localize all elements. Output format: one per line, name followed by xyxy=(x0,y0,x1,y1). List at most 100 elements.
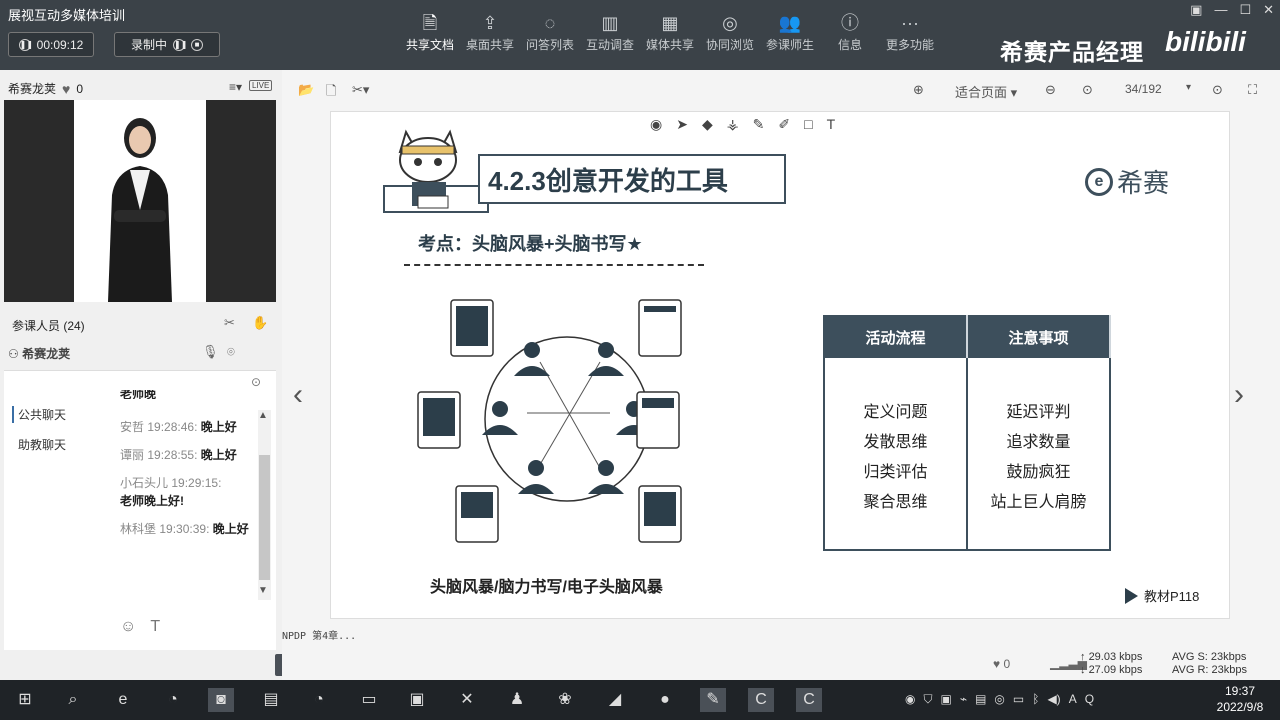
ball-icon[interactable]: ● xyxy=(652,688,678,712)
pen-icon[interactable]: ✎ xyxy=(753,116,765,133)
tool-co-browse[interactable]: ◎ 协同浏览 xyxy=(700,10,760,53)
chat-scrollbar[interactable] xyxy=(258,410,271,600)
active-app-icon[interactable]: ✎ xyxy=(700,688,726,712)
gpu-icon[interactable]: ◢ xyxy=(602,688,628,712)
zoom-in-icon[interactable]: ⊕ xyxy=(913,82,924,98)
scroll-down-icon[interactable]: ▼ xyxy=(258,585,268,596)
tool-survey[interactable]: ▥ 互动调查 xyxy=(580,10,640,53)
chat-messages: 安哲 19:28:46: 晚上好 谭丽 19:28:55: 晚上好 小石头儿 1… xyxy=(120,418,258,548)
likes-counter[interactable]: ♥ 0 xyxy=(993,657,1010,671)
windows-start-icon[interactable]: ⊞ xyxy=(12,688,38,712)
tray-app2-icon[interactable]: ▤ xyxy=(975,692,986,707)
tool-qa-list[interactable]: ◌ 问答列表 xyxy=(520,10,580,53)
ime-icon[interactable]: Q xyxy=(1085,692,1094,707)
stop-record-icon[interactable]: ■ xyxy=(191,38,203,51)
bilibili-logo: bilibili xyxy=(1165,26,1246,57)
scroll-up-icon[interactable]: ▲ xyxy=(258,410,268,421)
next-page-icon[interactable]: ⊙ xyxy=(1212,82,1223,98)
tool-participants[interactable]: 👥 参课师生 xyxy=(760,10,820,53)
text-format-icon[interactable]: T xyxy=(150,618,160,636)
tool-x-icon[interactable]: ✕ xyxy=(454,688,480,712)
camera-icon[interactable]: ⌾ xyxy=(227,344,235,360)
mute-all-icon[interactable]: ✂ xyxy=(224,315,235,331)
fullscreen-icon[interactable]: ⛶ xyxy=(1248,82,1257,98)
emoji-icon[interactable]: ☺ xyxy=(120,618,136,636)
app-square-icon[interactable]: ▣ xyxy=(404,688,430,712)
chat-more-icon[interactable]: ⊙ xyxy=(251,375,261,389)
host-name: 希赛龙荚 xyxy=(8,82,57,96)
document-icon: 🗎 xyxy=(422,13,438,33)
flower-icon[interactable]: ❀ xyxy=(552,688,578,712)
heart-icon: ♥ xyxy=(993,657,1001,671)
tool-media-share[interactable]: ▦ 媒体共享 xyxy=(640,10,700,53)
tray-app-icon[interactable]: ▣ xyxy=(941,692,952,707)
volume-icon[interactable]: ◀) xyxy=(1047,692,1060,707)
tab-public-chat[interactable]: 公共聊天 xyxy=(12,406,66,423)
zoom-select[interactable]: 适合页面 ▾ xyxy=(955,82,1017,101)
tab-assistant-chat[interactable]: 助教聊天 xyxy=(18,436,66,453)
record-dot-icon[interactable]: ◉ xyxy=(650,116,662,133)
table-header-process: 活动流程 xyxy=(824,316,968,358)
textbook-reference: 教材P118 xyxy=(1125,586,1199,605)
scissors-icon[interactable]: ✂▾ xyxy=(352,82,369,98)
live-badge: LIVE xyxy=(249,80,273,91)
chat-message: 谭丽 19:28:55: 晚上好 xyxy=(120,448,237,462)
highlighter-icon[interactable]: ✐ xyxy=(778,116,790,133)
pause-record-icon[interactable]: ❚❚ xyxy=(173,38,187,51)
folder-icon[interactable]: ▭ xyxy=(356,688,382,712)
participant-host[interactable]: ⚇ 希赛龙荚 xyxy=(8,345,70,362)
page-dropdown-icon[interactable]: ▾ xyxy=(1186,82,1191,93)
rectangle-icon[interactable]: □ xyxy=(804,116,812,133)
clear-icon[interactable]: ⚶ xyxy=(727,116,739,133)
file-icon[interactable]: 🗋 xyxy=(326,82,336,104)
mic-icon[interactable]: 🎙 xyxy=(202,344,219,360)
chat-message: 小石头儿 19:29:15: 老师晚上好! xyxy=(120,476,222,508)
c-app-icon[interactable]: C xyxy=(748,688,774,712)
close-icon[interactable]: ✕ xyxy=(1263,2,1274,18)
pointer-icon[interactable]: ➤ xyxy=(676,116,688,133)
shirt-icon[interactable]: ♟ xyxy=(504,688,530,712)
film-icon: ▦ xyxy=(661,13,679,33)
next-slide-arrow[interactable]: › xyxy=(1234,378,1244,412)
app-circle-icon[interactable]: ◔ xyxy=(306,688,332,712)
bluetooth-icon[interactable]: ᛒ xyxy=(1032,692,1039,707)
text-tool-icon[interactable]: T xyxy=(827,116,836,133)
c-app2-icon[interactable]: C xyxy=(796,688,822,712)
tray-icon[interactable]: ◉ xyxy=(905,692,915,707)
list-icon[interactable]: ≡▾ xyxy=(229,80,242,94)
window-controls: ▣ — ☐ ✕ xyxy=(1190,2,1274,18)
tool-info[interactable]: ⓘ 信息 xyxy=(820,10,880,53)
tool-more[interactable]: ··· 更多功能 xyxy=(880,10,940,53)
system-tray: ◉ ⛉ ▣ ⌁ ▤ ◎ ▭ ᛒ ◀) A Q xyxy=(905,692,1094,707)
search-icon[interactable]: ⌕ xyxy=(60,688,86,712)
eraser-icon[interactable]: ◆ xyxy=(702,116,713,133)
browser-icon[interactable]: ◔ xyxy=(160,688,186,712)
main-toolbar: 🗎 共享文档 ⇪ 桌面共享 ◌ 问答列表 ▥ 互动调查 ▦ 媒体共享 ◎ 协同浏览 👥 参课师… xyxy=(400,10,940,53)
shield-icon[interactable]: ⛉ xyxy=(923,692,932,707)
notes-icon[interactable]: ▤ xyxy=(258,688,284,712)
tray-app3-icon[interactable]: ◎ xyxy=(994,692,1004,707)
input-method-icon[interactable]: A xyxy=(1069,692,1077,707)
heart-icon[interactable]: ♥ xyxy=(62,81,70,97)
prev-slide-arrow[interactable]: ‹ xyxy=(293,378,303,412)
network-icon[interactable]: ⌁ xyxy=(960,692,967,707)
edge-icon[interactable]: e xyxy=(110,688,136,712)
table-col-process: 定义问题 发散思维 归类评估 聚合思维 xyxy=(824,358,968,550)
recording-button[interactable]: 录制中 ❚❚ ■ xyxy=(114,32,220,57)
hand-icon[interactable]: ✋ xyxy=(252,315,268,331)
tool-share-doc[interactable]: 🗎 共享文档 xyxy=(400,10,460,53)
timer-button[interactable]: ❚❚ 00:09:12 xyxy=(8,32,94,57)
restore-icon[interactable]: ▣ xyxy=(1190,2,1202,18)
open-folder-icon[interactable]: 📂 xyxy=(298,82,314,98)
zoom-out-icon[interactable]: ⊖ xyxy=(1045,82,1056,98)
app-active-icon[interactable]: ◙ xyxy=(208,688,234,712)
maximize-icon[interactable]: ☐ xyxy=(1239,2,1251,18)
annotation-toolbar: ◉ ➤ ◆ ⚶ ✎ ✐ □ T xyxy=(650,116,835,133)
tray-app4-icon[interactable]: ▭ xyxy=(1013,692,1024,707)
tool-desktop-share[interactable]: ⇪ 桌面共享 xyxy=(460,10,520,53)
minimize-icon[interactable]: — xyxy=(1214,2,1227,18)
scroll-thumb[interactable] xyxy=(259,455,270,580)
users-icon: 👥 xyxy=(778,13,802,33)
taskbar-clock[interactable]: 19:37 2022/9/8 xyxy=(1205,683,1275,715)
prev-page-icon[interactable]: ⊙ xyxy=(1082,82,1093,98)
